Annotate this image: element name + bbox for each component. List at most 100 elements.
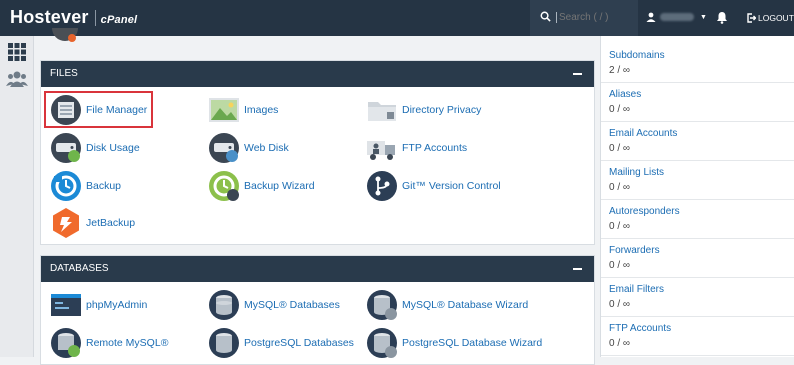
postgresql-database-wizard-link[interactable]: PostgreSQL Database Wizard: [366, 327, 542, 359]
top-bar: Hostever cPanel ▼ LOGOUT: [0, 0, 794, 36]
users-icon[interactable]: [6, 70, 28, 88]
username-redacted: [660, 13, 694, 21]
database-wizard-icon: [367, 290, 397, 320]
mysql-database-wizard-label: MySQL® Database Wizard: [402, 299, 529, 311]
stat-email-filters: Email Filters 0 / ∞: [601, 278, 794, 317]
stat-label[interactable]: FTP Accounts: [609, 323, 794, 334]
phpmyadmin-label: phpMyAdmin: [86, 299, 148, 311]
notification-bell-icon[interactable]: [716, 11, 728, 24]
collapse-icon[interactable]: [573, 268, 582, 270]
web-disk-icon: [209, 133, 239, 163]
web-disk-label: Web Disk: [244, 142, 289, 154]
database-wizard-icon: [367, 328, 397, 358]
stat-value: 0 / ∞: [609, 299, 631, 310]
logout-label: LOGOUT: [758, 13, 794, 23]
stat-autoresponders: Autoresponders 0 / ∞: [601, 200, 794, 239]
stat-label[interactable]: Mailing Lists: [609, 167, 794, 178]
disk-usage-label: Disk Usage: [86, 142, 140, 154]
database-icon: [209, 290, 239, 320]
remote-database-icon: [51, 328, 81, 358]
postgresql-databases-link[interactable]: PostgreSQL Databases: [208, 327, 354, 359]
files-panel-title: FILES: [50, 68, 78, 79]
git-icon: [367, 171, 397, 201]
user-menu[interactable]: ▼: [646, 12, 707, 22]
stats-spacer: [601, 36, 794, 44]
logo-divider: [94, 9, 96, 26]
file-manager-icon: [51, 95, 81, 125]
search-icon: [540, 11, 551, 22]
stat-forwarders: Forwarders 0 / ∞: [601, 239, 794, 278]
search-input[interactable]: [556, 12, 636, 23]
stat-value: 0 / ∞: [609, 182, 631, 193]
web-disk-link[interactable]: Web Disk: [208, 132, 289, 164]
git-version-control-label: Git™ Version Control: [402, 180, 501, 192]
user-icon: [646, 12, 656, 22]
git-version-control-link[interactable]: Git™ Version Control: [366, 170, 501, 202]
stat-aliases: Aliases 0 / ∞: [601, 83, 794, 122]
mysql-database-wizard-link[interactable]: MySQL® Database Wizard: [366, 289, 528, 321]
jetbackup-icon: [53, 208, 79, 238]
directory-privacy-label: Directory Privacy: [402, 104, 482, 116]
disk-usage-icon: [51, 133, 81, 163]
mysql-databases-label: MySQL® Databases: [244, 299, 340, 311]
backup-wizard-link[interactable]: Backup Wizard: [208, 170, 315, 202]
files-panel-header[interactable]: FILES: [41, 61, 594, 87]
stat-value: 0 / ∞: [609, 338, 631, 349]
phpmyadmin-icon: [51, 294, 81, 316]
postgresql-databases-label: PostgreSQL Databases: [244, 337, 354, 349]
mysql-databases-link[interactable]: MySQL® Databases: [208, 289, 340, 321]
stat-label[interactable]: Forwarders: [609, 245, 794, 256]
backup-label: Backup: [86, 180, 122, 192]
folder-icon: [368, 102, 396, 121]
database-icon: [209, 328, 239, 358]
remote-mysql-label: Remote MySQL®: [86, 337, 169, 349]
statistics-sidebar: Subdomains 2 / ∞ Aliases 0 / ∞ Email Accou…: [600, 36, 794, 357]
backup-link[interactable]: Backup: [50, 170, 121, 202]
file-manager-link[interactable]: File Manager: [50, 94, 147, 126]
backup-icon: [51, 171, 81, 201]
stat-label[interactable]: Email Accounts: [609, 128, 794, 139]
stat-value: 2 / ∞: [609, 65, 631, 76]
jetbackup-link[interactable]: JetBackup: [50, 207, 135, 239]
ftp-truck-icon: [367, 141, 395, 160]
search-box[interactable]: [530, 0, 638, 36]
phpmyadmin-link[interactable]: phpMyAdmin: [50, 289, 147, 321]
postgresql-database-wizard-label: PostgreSQL Database Wizard: [402, 337, 543, 349]
stat-mailing-lists: Mailing Lists 0 / ∞: [601, 161, 794, 200]
brand-name: Hostever: [10, 7, 89, 27]
backup-wizard-icon: [209, 171, 239, 201]
logout-button[interactable]: LOGOUT: [746, 13, 794, 23]
backup-wizard-label: Backup Wizard: [244, 180, 315, 192]
apps-grid-icon[interactable]: [7, 42, 27, 62]
databases-panel-title: DATABASES: [50, 263, 109, 274]
directory-privacy-link[interactable]: Directory Privacy: [366, 94, 481, 126]
stat-email-accounts: Email Accounts 0 / ∞: [601, 122, 794, 161]
partial-app-icon: [52, 28, 78, 42]
images-label: Images: [244, 104, 279, 116]
stat-label[interactable]: Autoresponders: [609, 206, 794, 217]
stat-value: 0 / ∞: [609, 221, 631, 232]
images-icon: [209, 98, 239, 122]
disk-usage-link[interactable]: Disk Usage: [50, 132, 140, 164]
file-manager-label: File Manager: [86, 104, 148, 116]
stat-value: 0 / ∞: [609, 104, 631, 115]
left-nav: [0, 36, 34, 357]
logout-icon: [747, 13, 756, 23]
jetbackup-label: JetBackup: [86, 217, 136, 229]
images-link[interactable]: Images: [208, 94, 278, 126]
remote-mysql-link[interactable]: Remote MySQL®: [50, 327, 168, 359]
collapse-icon[interactable]: [573, 73, 582, 75]
stat-value: 0 / ∞: [609, 143, 631, 154]
chevron-down-icon: ▼: [700, 13, 707, 21]
brand-logo[interactable]: Hostever cPanel: [10, 7, 137, 28]
stat-ftp-accounts: FTP Accounts 0 / ∞: [601, 317, 794, 356]
ftp-accounts-link[interactable]: FTP Accounts: [366, 132, 467, 164]
stat-label[interactable]: Subdomains: [609, 50, 794, 61]
stat-value: 0 / ∞: [609, 260, 631, 271]
stat-label[interactable]: Aliases: [609, 89, 794, 100]
databases-panel-header[interactable]: DATABASES: [41, 256, 594, 282]
ftp-accounts-label: FTP Accounts: [402, 142, 468, 154]
stat-label[interactable]: Email Filters: [609, 284, 794, 295]
product-name: cPanel: [100, 14, 138, 26]
stat-subdomains: Subdomains 2 / ∞: [601, 44, 794, 83]
